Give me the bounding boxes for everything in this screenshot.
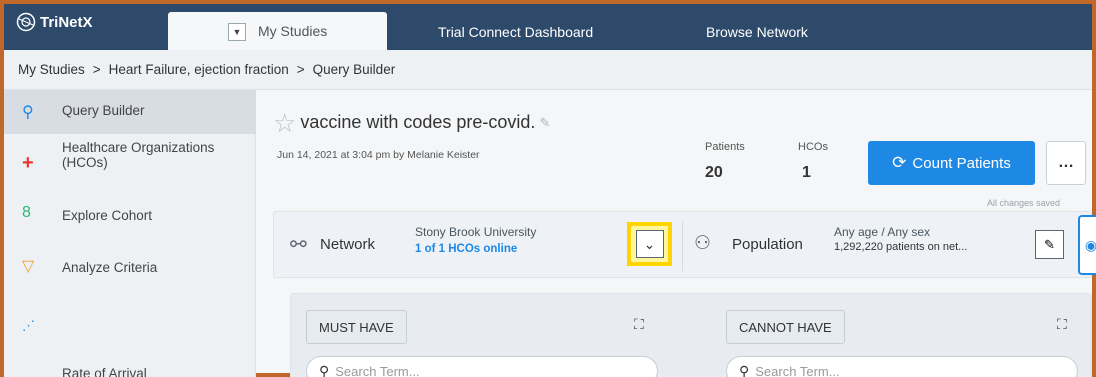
trend-icon: ⋰ — [22, 318, 35, 333]
sidebar-item-label: Rate of Arrival — [62, 366, 147, 377]
divider — [682, 221, 683, 271]
edit-population-button[interactable]: ✎ — [1035, 230, 1064, 259]
funnel-icon: ▽ — [22, 258, 35, 275]
search-placeholder: Search Term... — [755, 363, 840, 377]
cannot-have-search-input[interactable]: ⚲ Search Term... — [726, 356, 1078, 377]
breadcrumb-current: Query Builder — [312, 62, 396, 77]
patients-label: Patients — [705, 141, 745, 153]
tab-trial-connect-dashboard[interactable]: Trial Connect Dashboard — [438, 24, 593, 40]
tab-browse-network[interactable]: Browse Network — [706, 24, 808, 40]
query-meta: Jun 14, 2021 at 3:04 pm by Melanie Keist… — [277, 149, 480, 161]
population-label: Population — [732, 236, 803, 253]
pencil-icon: ✎ — [1044, 236, 1055, 252]
chevron-down-icon[interactable]: ⌄ — [635, 230, 664, 258]
cannot-have-button[interactable]: CANNOT HAVE — [726, 310, 845, 344]
query-title: vaccine with codes pre-covid. — [300, 112, 536, 132]
patients-value: 20 — [705, 164, 723, 181]
hcos-value: 1 — [802, 164, 811, 181]
population-icon: ⚇ — [694, 233, 712, 254]
breadcrumb-my-studies[interactable]: My Studies — [18, 62, 85, 77]
search-icon: ⚲ — [739, 362, 750, 377]
tab-my-studies[interactable]: ▼ My Studies — [168, 12, 387, 50]
hcos-label: HCOs — [798, 141, 828, 153]
search-placeholder: Search Term... — [335, 363, 420, 377]
sidebar-item-label: Analyze Criteria — [62, 260, 158, 275]
count-patients-button[interactable]: ⟳ Count Patients — [868, 141, 1035, 185]
plus-icon: + — [22, 152, 34, 174]
criteria-panel: MUST HAVE ⛶ ⚲ Search Term... CANNOT HAVE… — [290, 293, 1092, 377]
search-icon: ⚲ — [22, 104, 34, 121]
network-icon: ⚯ — [290, 234, 307, 256]
sidebar-item-query-builder[interactable]: ⚲ Query Builder — [4, 90, 256, 134]
app-name: TriNetX — [40, 13, 93, 31]
save-status: All changes saved — [987, 198, 1061, 208]
population-detail: 1,292,220 patients on net... — [834, 241, 968, 253]
breadcrumb-separator: > — [92, 62, 101, 77]
star-icon[interactable]: ☆ — [273, 110, 296, 136]
count-patients-label: Count Patients — [912, 154, 1011, 172]
sidebar: ⚲ Query Builder + Healthcare Organizatio… — [4, 90, 256, 377]
breadcrumb-study[interactable]: Heart Failure, ejection fraction — [109, 62, 289, 77]
must-have-button[interactable]: MUST HAVE — [306, 310, 407, 344]
query-title-row: ☆ vaccine with codes pre-covid. ✎ — [273, 110, 550, 136]
network-status[interactable]: 1 of 1 HCOs online — [415, 243, 517, 255]
sidebar-item-explore-cohort[interactable]: 8 Explore Cohort — [4, 190, 256, 242]
hierarchy-icon[interactable]: ⛶ — [634, 316, 644, 333]
snapshot-button[interactable]: ◉ — [1078, 215, 1096, 275]
pencil-icon[interactable]: ✎ — [539, 115, 550, 131]
sidebar-item-rate-of-arrival[interactable]: ⋰ Rate of Arrival — [4, 294, 256, 377]
network-expand-button-highlight: ⌄ — [627, 222, 672, 266]
camera-icon: ◉ — [1084, 236, 1096, 253]
main-content: ☆ vaccine with codes pre-covid. ✎ Jun 14… — [257, 90, 1096, 377]
network-label: Network — [320, 236, 376, 253]
cohort-icon: 8 — [22, 204, 31, 221]
trinetx-logo-icon — [16, 12, 36, 32]
sidebar-item-label: Explore Cohort — [62, 208, 153, 223]
network-name: Stony Brook University — [415, 225, 537, 239]
must-have-search-input[interactable]: ⚲ Search Term... — [306, 356, 658, 377]
refresh-icon: ⟳ — [892, 153, 907, 172]
hierarchy-icon[interactable]: ⛶ — [1057, 316, 1067, 333]
chevron-down-icon[interactable]: ▼ — [228, 23, 246, 41]
sidebar-item-label: Healthcare Organizations (HCOs) — [62, 140, 215, 170]
sidebar-item-hcos[interactable]: + Healthcare Organizations (HCOs) — [4, 134, 256, 190]
breadcrumb: My Studies > Heart Failure, ejection fra… — [4, 50, 1092, 90]
sidebar-item-analyze-criteria[interactable]: ▽ Analyze Criteria — [4, 242, 256, 294]
more-options-button[interactable]: … — [1046, 141, 1086, 185]
trinetx-logo[interactable]: TriNetX — [16, 12, 93, 32]
population-summary: Any age / Any sex — [834, 225, 931, 239]
top-nav-bar: TriNetX ▼ My Studies Trial Connect Dashb… — [4, 4, 1092, 50]
search-icon: ⚲ — [319, 362, 330, 377]
sidebar-item-label: Query Builder — [62, 103, 145, 118]
tab-my-studies-label: My Studies — [258, 23, 328, 39]
network-population-row: ⚯ Network Stony Brook University 1 of 1 … — [273, 211, 1096, 278]
breadcrumb-separator: > — [296, 62, 305, 77]
